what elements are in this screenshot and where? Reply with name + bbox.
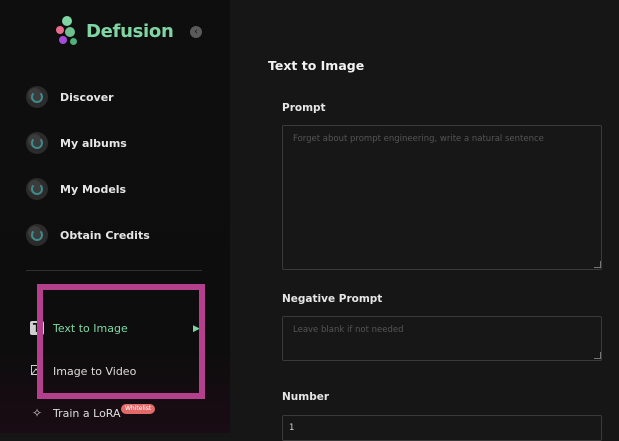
whitelist-badge: Whitelist <box>121 404 156 414</box>
prompt-label: Prompt <box>282 102 326 114</box>
app-logo[interactable]: Defusion <box>56 16 174 46</box>
resize-handle-icon[interactable] <box>594 261 601 268</box>
sidebar-item-label: Text to Image <box>53 321 128 335</box>
chevron-left-icon[interactable]: ‹ <box>190 26 202 38</box>
sidebar-item-label: My albums <box>60 136 127 150</box>
sidebar-item-discover[interactable]: Discover <box>26 86 114 108</box>
app-name: Defusion <box>86 20 174 42</box>
text-icon: T <box>30 321 44 335</box>
prompt-input[interactable] <box>282 125 602 270</box>
sidebar-item-label: My Models <box>60 182 127 196</box>
logo-icon <box>56 16 82 46</box>
disc-icon <box>26 132 48 154</box>
sidebar-item-label: Discover <box>60 90 114 104</box>
play-arrow-icon: ▶ <box>193 324 200 334</box>
planet-icon <box>26 86 48 108</box>
main-panel: Text to Image Prompt Negative Prompt Num… <box>230 0 619 441</box>
sidebar-item-label: Train a LoRA <box>53 406 121 420</box>
number-label: Number <box>282 391 330 403</box>
sidebar-item-label: Obtain Credits <box>60 228 150 242</box>
resize-handle-icon[interactable] <box>594 352 601 359</box>
sidebar-item-image-to-video[interactable]: Image to Video <box>30 361 136 381</box>
disc-icon <box>26 178 48 200</box>
selection-highlight <box>37 284 205 399</box>
negative-prompt-input[interactable] <box>282 316 602 361</box>
sidebar-item-text-to-image[interactable]: T Text to Image <box>30 318 128 338</box>
train-icon: ✧ <box>31 406 43 420</box>
sidebar-item-train-a-lora[interactable]: ✧ Train a LoRA <box>30 403 121 423</box>
image-icon <box>30 364 44 378</box>
number-input[interactable] <box>282 415 602 441</box>
page-title: Text to Image <box>268 58 365 73</box>
sidebar-item-my-models[interactable]: My Models <box>26 178 126 200</box>
sidebar-item-my-albums[interactable]: My albums <box>26 132 127 154</box>
credits-icon <box>26 224 48 246</box>
negative-prompt-label: Negative Prompt <box>282 293 383 305</box>
sidebar-item-obtain-credits[interactable]: Obtain Credits <box>26 224 150 246</box>
sidebar-item-label: Image to Video <box>53 364 137 378</box>
sidebar: Defusion ‹ Discover My albums My Models … <box>0 0 230 433</box>
sidebar-divider <box>26 270 202 271</box>
